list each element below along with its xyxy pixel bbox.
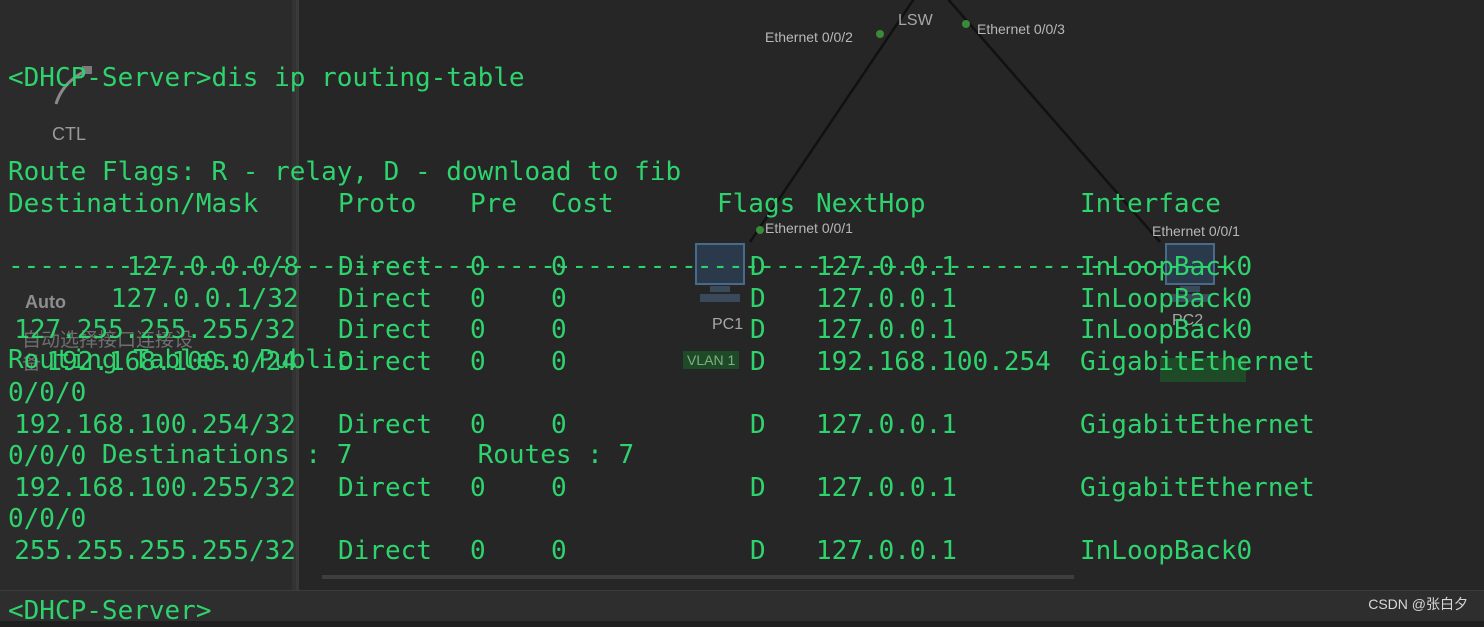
cell-interface: InLoopBack0: [1080, 252, 1253, 282]
cell-pre: 0: [470, 536, 486, 566]
header-pre: Pre: [470, 189, 517, 219]
cell-destination: 127.255.255.255/32: [14, 315, 296, 345]
cell-nexthop: 127.0.0.1: [816, 315, 957, 345]
cell-flags: D: [750, 410, 766, 440]
terminal-input-bar[interactable]: [0, 590, 1484, 621]
header-destination: Destination/Mask: [8, 189, 259, 219]
header-flags: Flags: [717, 189, 796, 219]
cell-interface: GigabitEthernet: [1080, 410, 1315, 440]
cell-nexthop: 127.0.0.1: [816, 536, 957, 566]
table-row: 192.168.100.0/24 Direct 0 0 D 192.168.100.254…: [0, 347, 1484, 379]
cell-interface: InLoopBack0: [1080, 284, 1253, 314]
cell-interface: GigabitEthernet: [1080, 473, 1315, 503]
cell-nexthop: 192.168.100.254: [816, 347, 1051, 377]
header-nexthop: NextHop: [816, 189, 926, 219]
final-prompt[interactable]: <DHCP-Server>: [8, 596, 212, 627]
cell-interface: GigabitEthernet: [1080, 347, 1315, 377]
cell-pre: 0: [470, 284, 486, 314]
cell-pre: 0: [470, 473, 486, 503]
cell-proto: Direct: [338, 284, 432, 314]
cell-proto: Direct: [338, 347, 432, 377]
cell-interface: InLoopBack0: [1080, 536, 1253, 566]
table-row: 192.168.100.255/32 Direct 0 0 D 127.0.0.1 Giga…: [0, 473, 1484, 505]
cell-proto: Direct: [338, 473, 432, 503]
cell-destination: 255.255.255.255/32: [14, 536, 296, 566]
table-row: 192.168.100.254/32 Direct 0 0 D 127.0.0.1 Giga…: [0, 410, 1484, 442]
table-header: Destination/Mask Proto Pre Cost Flags Ne…: [8, 189, 1221, 221]
cell-cost: 0: [551, 284, 567, 314]
table-row: 127.0.0.0/8 Direct 0 0 D 127.0.0.1 InLoopBack0: [0, 252, 1484, 284]
cell-cost: 0: [551, 315, 567, 345]
cell-nexthop: 127.0.0.1: [816, 410, 957, 440]
cell-proto: Direct: [338, 315, 432, 345]
table-row: 255.255.255.255/32 Direct 0 0 D 127.0.0.1 InLo…: [0, 536, 1484, 568]
table-row-wrap: 0/0/0: [8, 441, 87, 471]
cell-destination: 127.0.0.0/8: [126, 252, 300, 282]
cell-flags: D: [750, 347, 766, 377]
watermark: CSDN @张白夕: [1368, 596, 1468, 612]
cell-cost: 0: [551, 536, 567, 566]
cell-destination: 192.168.100.254/32: [14, 410, 296, 440]
cell-proto: Direct: [338, 410, 432, 440]
cell-interface: InLoopBack0: [1080, 315, 1253, 345]
cell-pre: 0: [470, 347, 486, 377]
horizontal-scrollbar[interactable]: [322, 575, 1074, 579]
table-row: 127.255.255.255/32 Direct 0 0 D 127.0.0.1 InLo…: [0, 315, 1484, 347]
cell-pre: 0: [470, 252, 486, 282]
header-cost: Cost: [551, 189, 614, 219]
cell-flags: D: [750, 473, 766, 503]
header-interface: Interface: [1080, 189, 1221, 219]
cell-proto: Direct: [338, 536, 432, 566]
cell-proto: Direct: [338, 252, 432, 282]
cell-cost: 0: [551, 347, 567, 377]
cell-cost: 0: [551, 410, 567, 440]
table-row: 127.0.0.1/32 Direct 0 0 D 127.0.0.1 InLoopBack…: [0, 284, 1484, 316]
cell-cost: 0: [551, 473, 567, 503]
cell-destination: 192.168.100.0/24: [46, 347, 297, 377]
cell-flags: D: [750, 315, 766, 345]
cell-nexthop: 127.0.0.1: [816, 284, 957, 314]
cell-destination: 127.0.0.1/32: [110, 284, 299, 314]
cell-pre: 0: [470, 315, 486, 345]
cell-flags: D: [750, 252, 766, 282]
destinations-line: Destinations : 7 Routes : 7: [8, 439, 635, 470]
route-flags-line: Route Flags: R - relay, D - download to …: [8, 157, 682, 188]
cell-nexthop: 127.0.0.1: [816, 252, 957, 282]
cell-cost: 0: [551, 252, 567, 282]
table-row-wrap: 0/0/0: [8, 504, 87, 534]
cell-pre: 0: [470, 410, 486, 440]
cell-flags: D: [750, 536, 766, 566]
header-proto: Proto: [338, 189, 417, 219]
table-row-wrap: 0/0/0: [8, 378, 87, 408]
cell-nexthop: 127.0.0.1: [816, 473, 957, 503]
cell-destination: 192.168.100.255/32: [14, 473, 296, 503]
command-line: <DHCP-Server>dis ip routing-table: [8, 62, 525, 93]
cell-flags: D: [750, 284, 766, 314]
